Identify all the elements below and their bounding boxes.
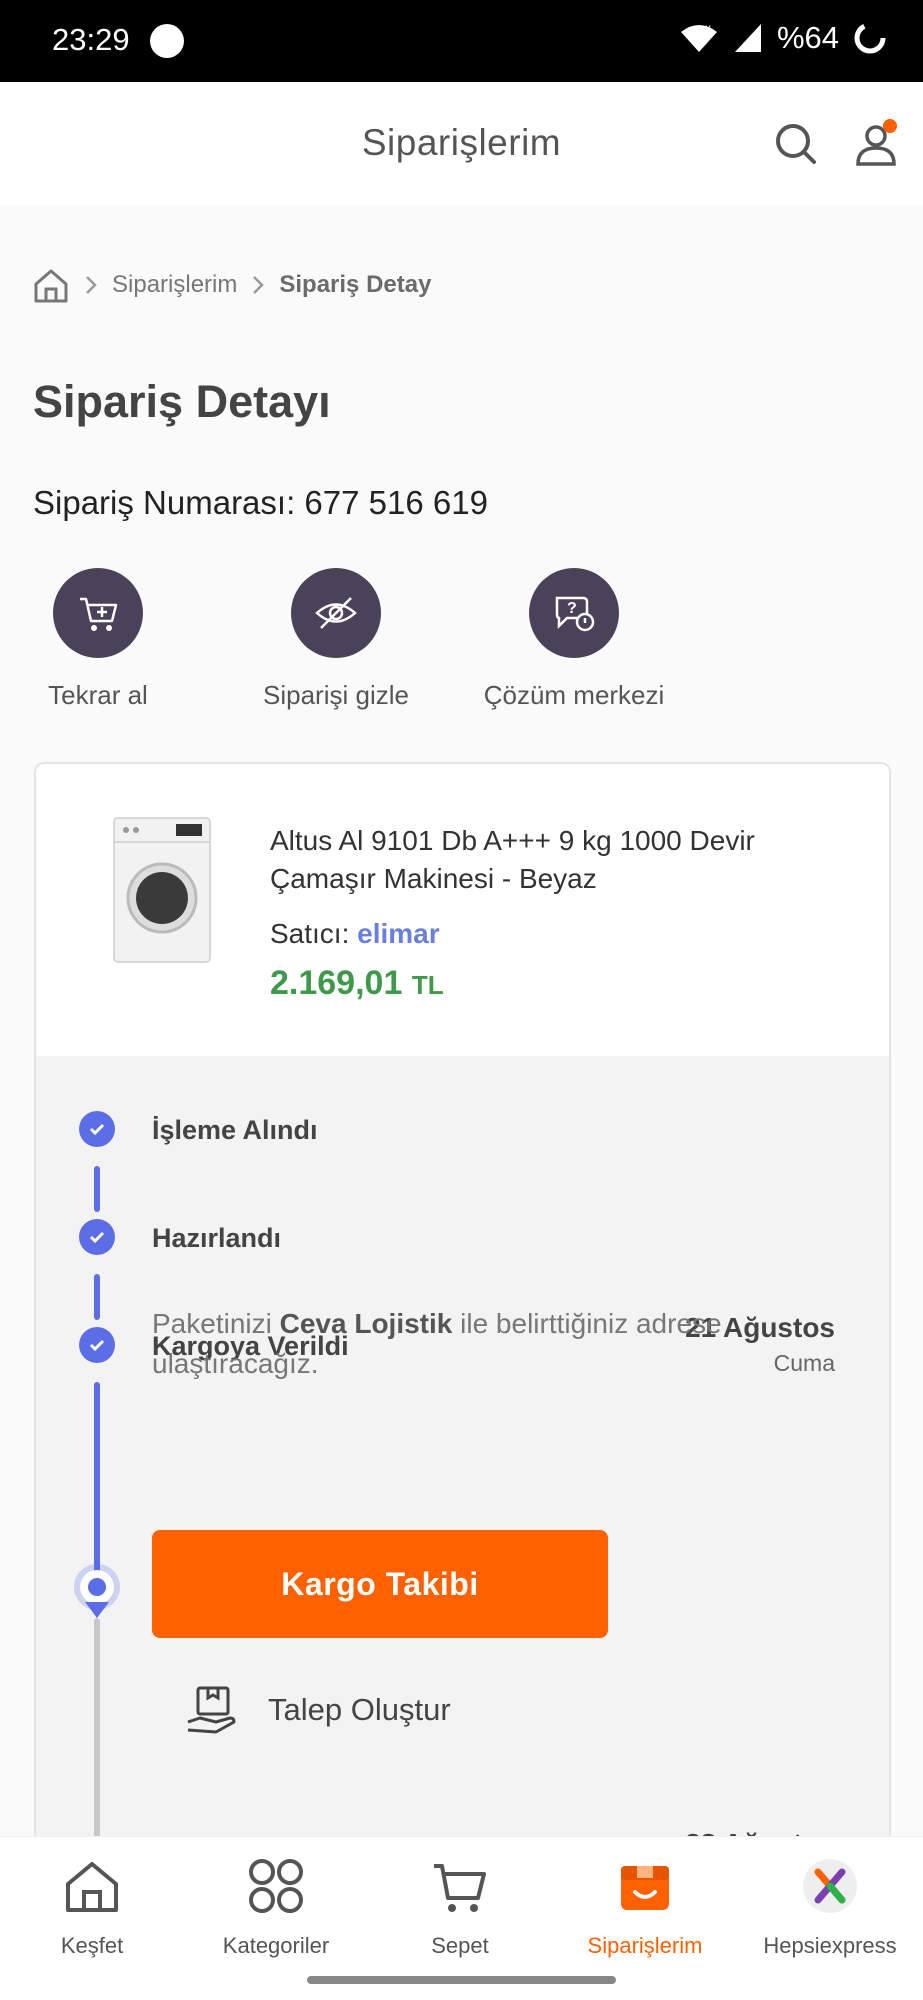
order-number: Sipariş Numarası: 677 516 619 [33,484,488,521]
order-actions: Tekrar al Siparişi gizle ? Çözüm merkezi [0,568,923,718]
nav-hepsiexpress[interactable]: Hepsiexpress [738,1851,922,1959]
nav-sepet-label: Sepet [431,1933,489,1958]
order-item-card: Altus Al 9101 Db A+++ 9 kg 1000 Devir Ça… [34,762,891,1836]
categories-icon [249,1859,303,1913]
hepsiexpress-logo-icon [803,1859,857,1913]
breadcrumb-current: Sipariş Detay [279,271,432,298]
page-title: Sipariş Detayı [33,376,331,427]
step-check-icon [79,1219,115,1255]
orders-box-icon [621,1866,669,1910]
price-value: 2.169,01 [270,964,403,1002]
reorder-button[interactable]: Tekrar al [0,568,218,711]
help-chat-icon: ? [555,596,595,632]
seller-link[interactable]: elimar [357,918,440,949]
nav-hepsiexpress-label: Hepsiexpress [763,1933,897,1958]
status-time: 23:29 [52,22,130,57]
status-bar: 23:29 x %64 [0,0,923,82]
breadcrumb: Siparişlerim Sipariş Detay [32,266,431,304]
cart-icon [434,1864,486,1912]
svg-text:x: x [705,22,711,35]
step-received-label: İşleme Alındı [152,1115,318,1145]
timeline-connector [94,1166,100,1212]
nav-kategoriler[interactable]: Kategoriler [184,1851,368,1959]
battery-ring-icon [854,22,886,54]
signal-icon [734,24,761,52]
step-prepared-label: Hazırlandı [152,1223,282,1253]
cargo-company: Ceva Lojistik [279,1308,453,1339]
reorder-label: Tekrar al [48,680,148,710]
svg-text:?: ? [567,600,577,617]
nav-kategoriler-label: Kategoriler [222,1933,330,1958]
hide-order-button[interactable]: Siparişi gizle [216,568,456,711]
step-check-icon [79,1327,115,1363]
shipping-description: Paketinizi Ceva Lojistik ile belirttiğin… [152,1308,722,1379]
nav-siparislerim[interactable]: Siparişlerim [553,1851,737,1959]
hide-order-label: Siparişi gizle [263,680,409,710]
notification-dot-icon [150,24,184,58]
seller-label: Satıcı: [270,918,350,949]
create-request-label: Talep Oluştur [268,1692,451,1727]
product-price: 2.169,01 TL [270,964,444,1003]
chevron-right-icon [253,276,265,294]
price-currency: TL [411,970,444,1000]
next-step-date: 28 Ağustos [685,1828,835,1836]
package-hand-icon [187,1686,236,1734]
nav-kesfet-label: Keşfet [60,1933,124,1958]
battery-text: %64 [776,20,839,55]
nav-sepet[interactable]: Sepet [368,1851,552,1959]
timeline-connector [94,1382,100,1578]
timeline-connector-pending [94,1618,100,1836]
account-icon[interactable] [850,118,902,170]
eye-off-icon [315,597,357,629]
timeline-connector [94,1274,100,1320]
cart-plus-icon [80,597,118,631]
home-icon [66,1862,118,1912]
current-step-marker [80,1570,114,1604]
product-name[interactable]: Altus Al 9101 Db A+++ 9 kg 1000 Devir Ça… [270,822,830,898]
create-request-button[interactable]: Talep Oluştur [186,1684,451,1736]
app-header: Siparişlerim [0,82,923,206]
nav-siparislerim-label: Siparişlerim [587,1933,703,1958]
chevron-right-icon [86,276,97,294]
product-summary[interactable]: Altus Al 9101 Db A+++ 9 kg 1000 Devir Ça… [36,764,889,1056]
breadcrumb-orders[interactable]: Siparişlerim [112,271,237,299]
current-step-arrow [85,1602,109,1618]
status-right: x %64 [679,20,887,56]
cargo-tracking-button[interactable]: Kargo Takibi [152,1530,608,1638]
step-check-icon [79,1111,115,1147]
search-icon[interactable] [770,118,822,170]
washing-machine-image [113,817,211,963]
gesture-home-bar[interactable] [307,1976,616,1984]
solution-center-label: Çözüm merkezi [483,680,665,710]
nav-kesfet[interactable]: Keşfet [0,1851,184,1959]
wifi-icon: x [680,22,717,52]
order-detail-content: Siparişlerim Sipariş Detay Sipariş Detay… [0,206,923,1836]
solution-center-button[interactable]: ? Çözüm merkezi [454,568,694,711]
seller-info: Satıcı: elimar [270,918,440,950]
home-icon[interactable] [32,266,70,304]
